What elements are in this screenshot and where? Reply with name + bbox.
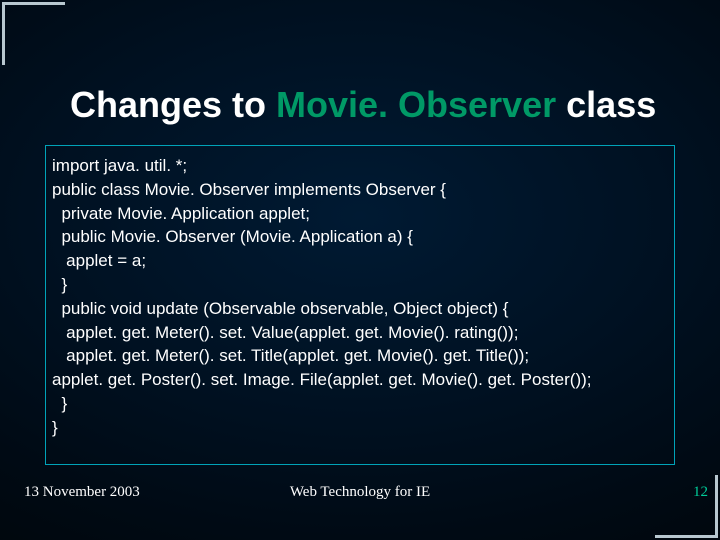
code-line: public void update (Observable observabl… [52, 297, 668, 321]
code-line: } [52, 273, 668, 297]
code-line: applet. get. Meter(). set. Value(applet.… [52, 321, 668, 345]
code-line: applet. get. Poster(). set. Image. File(… [52, 368, 668, 392]
slide-title: Changes to Movie. Observer class [0, 84, 720, 126]
code-line: applet. get. Meter(). set. Title(applet.… [52, 344, 668, 368]
code-line: private Movie. Application applet; [52, 202, 668, 226]
code-line: } [52, 416, 668, 440]
footer-date: 13 November 2003 [24, 484, 140, 501]
code-line: public Movie. Observer (Movie. Applicati… [52, 225, 668, 249]
corner-decoration-top-left [2, 2, 65, 65]
code-container: import java. util. *; public class Movie… [45, 145, 675, 465]
footer: 13 November 2003 Web Technology for IE 1… [0, 484, 720, 506]
code-line: import java. util. *; [52, 154, 668, 178]
code-line: } [52, 392, 668, 416]
title-part3: class [556, 84, 656, 125]
title-part1: Changes to [70, 84, 276, 125]
code-line: public class Movie. Observer implements … [52, 178, 668, 202]
title-accent: Movie. Observer [276, 84, 556, 125]
slide: Changes to Movie. Observer class import … [0, 0, 720, 540]
footer-page-number: 12 [693, 484, 708, 501]
code-line: applet = a; [52, 249, 668, 273]
footer-center: Web Technology for IE [290, 484, 430, 501]
